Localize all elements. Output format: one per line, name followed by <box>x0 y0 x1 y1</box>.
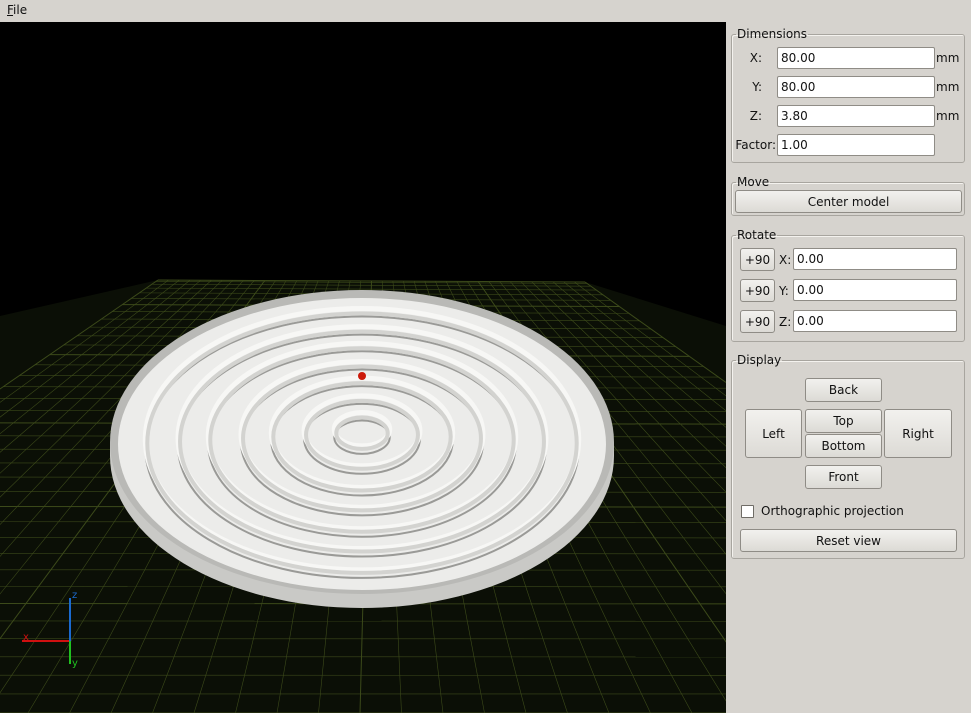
dimensions-title: Dimensions <box>737 27 808 41</box>
menu-bar: File <box>0 0 971 22</box>
rotate-y-field[interactable]: 0.00 <box>793 279 957 301</box>
center-marker <box>358 372 366 380</box>
dim-x-unit: mm <box>936 51 960 65</box>
view-bottom-button[interactable]: Bottom <box>805 434 882 458</box>
dim-factor-label: Factor: <box>735 138 776 152</box>
side-panel: Dimensions X: 80.00 mm Y: 80.00 mm Z: 3.… <box>726 22 971 713</box>
scene-canvas[interactable]: x z y <box>0 22 726 713</box>
orthographic-checkbox[interactable] <box>741 505 754 518</box>
dim-y-label: Y: <box>752 80 762 94</box>
dim-z-unit: mm <box>936 109 960 123</box>
dim-z-label: Z: <box>749 109 762 123</box>
view-right-button[interactable]: Right <box>884 409 952 458</box>
rotate-y-plus90-button[interactable]: +90 <box>740 279 775 302</box>
rotate-title: Rotate <box>737 228 777 242</box>
view-top-button[interactable]: Top <box>805 409 882 433</box>
3d-viewport[interactable]: x z y <box>0 22 726 713</box>
axis-x-label: x <box>23 632 29 643</box>
reset-view-button[interactable]: Reset view <box>740 529 957 552</box>
view-back-button[interactable]: Back <box>805 378 882 402</box>
rotate-z-plus90-button[interactable]: +90 <box>740 310 775 333</box>
rotate-z-label: Z: <box>779 315 792 329</box>
dim-y-field[interactable]: 80.00 <box>777 76 935 98</box>
dim-factor-field[interactable]: 1.00 <box>777 134 935 156</box>
move-title: Move <box>737 175 770 189</box>
axis-z-label: z <box>72 590 77 601</box>
menu-file[interactable]: File <box>7 3 27 17</box>
dim-x-label: X: <box>749 51 762 65</box>
rotate-x-plus90-button[interactable]: +90 <box>740 248 775 271</box>
dim-z-field[interactable]: 3.80 <box>777 105 935 127</box>
view-left-button[interactable]: Left <box>745 409 802 458</box>
axis-y-label: y <box>72 658 78 669</box>
rotate-x-label: X: <box>779 253 792 267</box>
center-model-button[interactable]: Center model <box>735 190 962 213</box>
orthographic-label: Orthographic projection <box>761 504 904 518</box>
rotate-y-label: Y: <box>779 284 789 298</box>
display-title: Display <box>737 353 782 367</box>
dim-y-unit: mm <box>936 80 960 94</box>
view-front-button[interactable]: Front <box>805 465 882 489</box>
dim-x-field[interactable]: 80.00 <box>777 47 935 69</box>
rotate-z-field[interactable]: 0.00 <box>793 310 957 332</box>
rotate-x-field[interactable]: 0.00 <box>793 248 957 270</box>
